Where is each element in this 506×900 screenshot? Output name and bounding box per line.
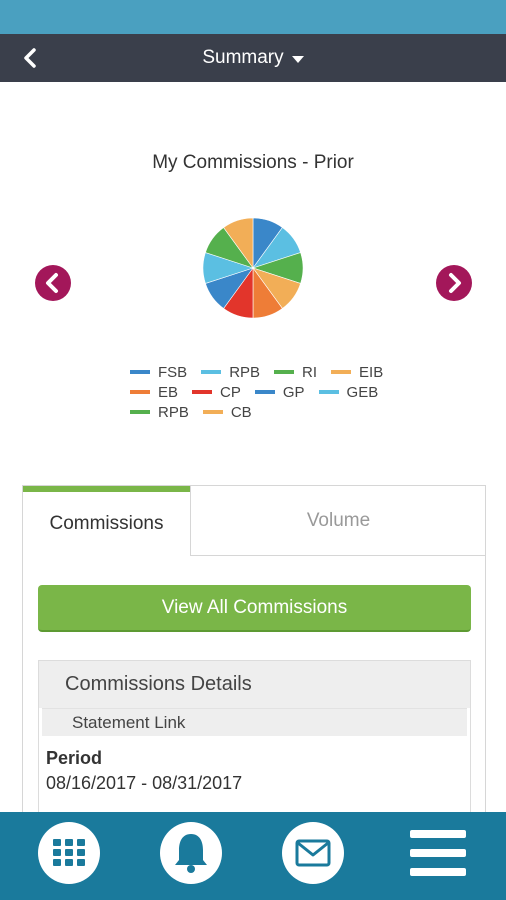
- legend-label: GP: [282, 383, 305, 401]
- legend-label: GEB: [346, 383, 379, 401]
- tab-commissions[interactable]: Commissions: [23, 486, 190, 556]
- legend-item-cp: CP: [192, 384, 241, 401]
- commissions-details-panel: Commissions Details Statement Link Perio…: [38, 660, 471, 830]
- caret-down-icon: [291, 55, 304, 63]
- pie-chart: [202, 217, 304, 319]
- legend-item-geb: GEB: [318, 383, 379, 401]
- top-nav-bar: Summary: [0, 34, 506, 82]
- legend-item-rpb: RPB: [201, 364, 260, 381]
- chart-legend: FSB RPB RI EIB EB CP GP GEB RPB CB: [130, 362, 390, 422]
- details-heading: Commissions Details: [39, 661, 470, 708]
- legend-label: RI: [302, 363, 318, 381]
- legend-item-eb: EB: [130, 384, 178, 401]
- period-value: 08/16/2017 - 08/31/2017: [46, 773, 243, 793]
- chevron-right-circle-icon[interactable]: [436, 265, 472, 301]
- legend-swatch: [274, 370, 295, 374]
- legend-swatch: [254, 390, 275, 394]
- legend-swatch: [130, 370, 150, 374]
- legend-label: EB: [158, 383, 179, 401]
- legend-swatch: [130, 390, 150, 394]
- legend-row: EB CP GP GEB: [130, 382, 390, 402]
- legend-label: EIB: [359, 363, 384, 381]
- legend-item-fsb: FSB: [130, 364, 187, 381]
- legend-item-eib: EIB: [331, 364, 383, 381]
- commissions-card: Commissions Volume View All Commissions …: [22, 485, 486, 830]
- legend-item-gp: GP: [254, 383, 305, 401]
- legend-item-ri: RI: [274, 364, 317, 381]
- legend-label: CB: [230, 403, 252, 421]
- period-label: Period: [46, 748, 103, 768]
- legend-label: FSB: [158, 363, 188, 381]
- status-bar: [0, 0, 506, 34]
- grid-icon[interactable]: [38, 822, 100, 884]
- legend-swatch: [202, 410, 223, 414]
- chevron-left-circle-icon[interactable]: [35, 265, 71, 301]
- legend-swatch: [318, 390, 339, 394]
- legend-swatch: [331, 370, 352, 374]
- legend-row: FSB RPB RI EIB: [130, 362, 390, 382]
- chart-title: My Commissions - Prior: [152, 152, 354, 173]
- summary-dropdown[interactable]: Summary: [0, 34, 506, 82]
- bell-icon[interactable]: [160, 822, 222, 884]
- legend-label: RPB: [229, 363, 261, 381]
- legend-swatch: [130, 410, 150, 414]
- legend-item-rpb: RPB: [130, 404, 189, 421]
- page-title: Summary: [202, 47, 284, 68]
- legend-label: RPB: [158, 403, 189, 421]
- tab-volume[interactable]: Volume: [190, 486, 486, 556]
- statement-link[interactable]: Statement Link: [42, 708, 467, 736]
- menu-icon[interactable]: [408, 828, 468, 878]
- legend-swatch: [201, 370, 222, 374]
- legend-row: RPB CB: [130, 402, 390, 422]
- legend-item-cb: CB: [202, 403, 252, 421]
- mail-icon[interactable]: [282, 822, 344, 884]
- view-all-commissions-button[interactable]: View All Commissions: [38, 585, 471, 632]
- legend-swatch: [192, 390, 213, 394]
- bottom-nav-bar: [0, 812, 506, 900]
- legend-label: CP: [220, 383, 241, 401]
